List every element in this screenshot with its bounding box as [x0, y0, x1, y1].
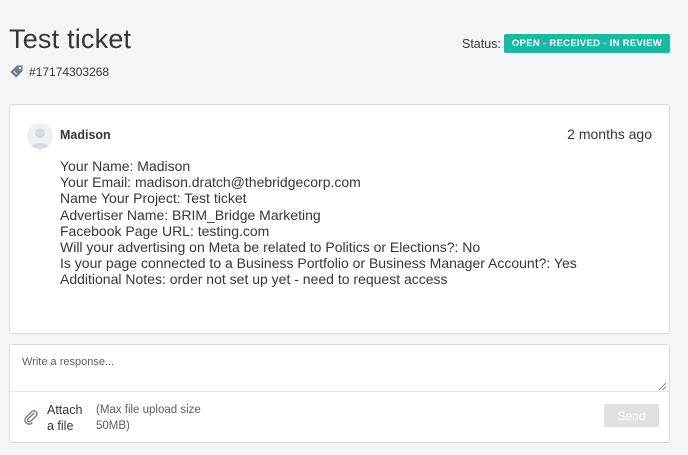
paperclip-icon — [24, 410, 38, 425]
page-title: Test ticket — [9, 24, 132, 54]
message-body: Your Name: Madison Your Email: madison.d… — [60, 158, 577, 288]
message-line: Additional Notes: order not set up yet -… — [60, 271, 448, 288]
message-line: Name Your Project: Test ticket — [60, 190, 247, 207]
message-line: Is your page connected to a Business Por… — [60, 255, 577, 272]
reply-input[interactable] — [10, 345, 669, 392]
user-avatar-icon — [30, 128, 50, 149]
ticket-number: #17174303268 — [29, 64, 110, 79]
attach-file-button[interactable]: Attach a file — [23, 402, 87, 434]
message-line: Your Email: madison.dratch@thebridgecorp… — [60, 174, 361, 191]
message-line: Facebook Page URL: testing.com — [60, 222, 270, 239]
status-badge: OPEN - RECEIVED - IN REVIEW — [503, 34, 670, 53]
tag-icon — [10, 65, 23, 78]
status-label: Status: — [461, 36, 501, 51]
send-button[interactable]: Send — [604, 404, 659, 427]
status: Status: OPEN - RECEIVED - IN REVIEW — [462, 34, 670, 53]
ticket-id: #17174303268 — [9, 64, 109, 79]
message-line: Will your advertising on Meta be related… — [60, 239, 481, 256]
attach-file-label: Attach a file — [47, 403, 83, 433]
attach-size-note: (Max file upload size 50MB) — [96, 404, 201, 432]
message-author: Madison — [60, 128, 111, 142]
resize-handle-icon[interactable] — [658, 382, 667, 391]
message-time: 2 months ago — [567, 126, 652, 142]
message-card: Madison 2 months ago Your Name: Madison … — [9, 104, 670, 334]
message-line: Your Name: Madison — [60, 158, 191, 174]
reply-box: Attach a file (Max file upload size 50MB… — [9, 344, 670, 443]
message-line: Advertiser Name: BRIM_Bridge Marketing — [60, 206, 321, 223]
avatar — [27, 123, 53, 149]
